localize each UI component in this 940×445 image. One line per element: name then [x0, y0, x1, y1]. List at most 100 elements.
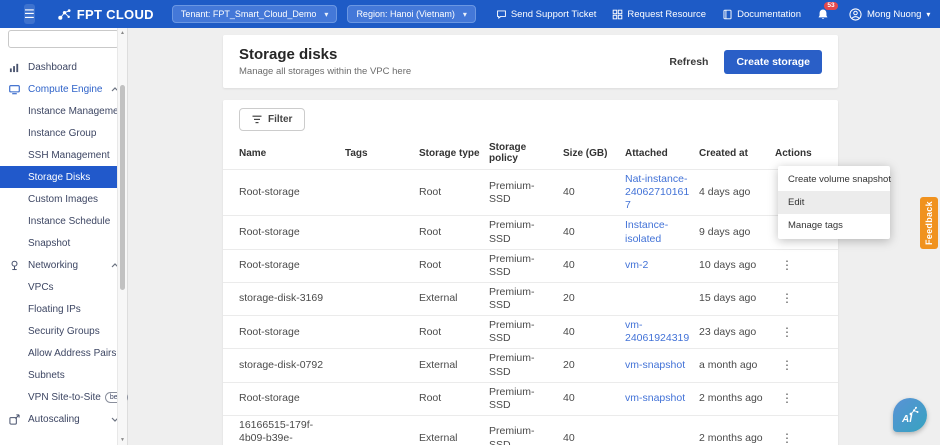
sidebar-item-dashboard[interactable]: Dashboard — [0, 56, 127, 78]
cell-attached: vm-snapshot — [625, 382, 699, 415]
region-selector[interactable]: Region: Hanoi (Vietnam) ▾ — [347, 5, 475, 23]
topbar-link-request-resource[interactable]: Request Resource — [612, 9, 706, 20]
svg-text:AI: AI — [901, 414, 912, 424]
sidebar-item-storage-disks[interactable]: Storage Disks — [0, 166, 127, 188]
sidebar-item-label: Floating IPs — [28, 304, 81, 315]
table-row: Root-storageRootPremium-SSD40Instance-is… — [223, 216, 838, 249]
cell-attached — [625, 282, 699, 315]
refresh-button[interactable]: Refresh — [667, 52, 710, 72]
sidebar-item-allow-address-pairs[interactable]: Allow Address Pairs — [0, 342, 127, 364]
menu-item-create-volume-snapshot[interactable]: Create volume snapshot — [778, 168, 890, 191]
cell-attached: Instance-isolated — [625, 216, 699, 249]
cell-created-at: a month ago — [699, 349, 775, 382]
table-row: storage-disk-3169ExternalPremium-SSD2015… — [223, 282, 838, 315]
sidebar-item-vpn-site-to-site[interactable]: VPN Site-to-Sitebeta — [0, 386, 127, 408]
sidebar-item-autoscaling[interactable]: Autoscaling — [0, 408, 127, 430]
cell-attached — [625, 415, 699, 445]
sidebar: Dashboard Compute EngineInstance Manageme… — [0, 28, 128, 445]
attached-instance-link[interactable]: Instance-isolated — [625, 219, 668, 244]
sidebar-item-vpcs[interactable]: VPCs — [0, 276, 127, 298]
column-header-storage-type: Storage type — [419, 137, 489, 170]
row-actions-kebab-icon[interactable]: ⋮ — [775, 291, 799, 306]
row-actions-kebab-icon[interactable]: ⋮ — [775, 391, 799, 406]
sidebar-item-instance-management[interactable]: Instance Management — [0, 100, 127, 122]
notifications-button[interactable]: 53 — [817, 8, 829, 21]
sidebar-item-security-groups[interactable]: Security Groups — [0, 320, 127, 342]
attached-instance-link[interactable]: vm-snapshot — [625, 392, 685, 404]
row-actions-kebab-icon[interactable]: ⋮ — [775, 325, 799, 340]
table-row: storage-disk-0792ExternalPremium-SSD20vm… — [223, 349, 838, 382]
sidebar-item-instance-group[interactable]: Instance Group — [0, 122, 127, 144]
cell-name: Root-storage — [223, 216, 345, 249]
chevron-down-icon: ▾ — [463, 10, 467, 19]
table-row: Root-storageRootPremium-SSD40vm-24061924… — [223, 316, 838, 349]
user-name: Mong Nuong — [867, 9, 921, 20]
filter-button-label: Filter — [268, 114, 292, 125]
row-actions-kebab-icon[interactable]: ⋮ — [775, 258, 799, 273]
sidebar-scrollbar[interactable]: ▲ ▼ — [117, 28, 127, 445]
attached-instance-link[interactable]: vm-2 — [625, 259, 648, 271]
feedback-tab[interactable]: Feedback — [920, 197, 938, 249]
menu-item-edit[interactable]: Edit — [778, 191, 890, 214]
menu-item-manage-tags[interactable]: Manage tags — [778, 214, 890, 237]
cell-storage-type: Root — [419, 249, 489, 282]
sidebar-nav: Dashboard Compute EngineInstance Manageme… — [0, 56, 127, 430]
user-menu[interactable]: Mong Nuong ▾ — [849, 8, 930, 21]
autoscaling-icon — [8, 414, 20, 425]
topbar-link-label: Send Support Ticket — [511, 9, 597, 20]
scroll-up-icon[interactable]: ▲ — [118, 30, 127, 36]
topbar-link-send-support-ticket[interactable]: Send Support Ticket — [496, 9, 597, 20]
sidebar-item-snapshot[interactable]: Snapshot — [0, 232, 127, 254]
cell-size: 40 — [563, 316, 625, 349]
attached-instance-link[interactable]: vm-snapshot — [625, 359, 685, 371]
cell-name: Root-storage — [223, 249, 345, 282]
ai-chat-icon: AI — [900, 406, 920, 424]
sidebar-item-floating-ips[interactable]: Floating IPs — [0, 298, 127, 320]
sidebar-item-ssh-management[interactable]: SSH Management — [0, 144, 127, 166]
topbar-links: Send Support Ticket Request Resource Docum… — [496, 9, 801, 20]
cell-size: 20 — [563, 282, 625, 315]
filter-button[interactable]: Filter — [239, 108, 305, 131]
row-actions-kebab-icon[interactable]: ⋮ — [775, 358, 799, 373]
table-row: 16166515-179f-4b09-b39e-f5596031026aExte… — [223, 415, 838, 445]
attached-instance-link[interactable]: vm-24061924319 — [625, 319, 689, 344]
fpt-cloud-logo[interactable]: FPT CLOUD — [57, 7, 154, 22]
cell-name: Root-storage — [223, 170, 345, 216]
ai-chat-button[interactable]: AI — [893, 398, 927, 432]
row-actions-kebab-icon[interactable]: ⋮ — [775, 431, 799, 445]
column-header-created-at: Created at — [699, 137, 775, 170]
sidebar-item-networking[interactable]: Networking — [0, 254, 127, 276]
topbar-link-label: Request Resource — [627, 9, 706, 20]
cell-storage-policy: Premium-SSD — [489, 249, 563, 282]
page-header-text: Storage disks Manage all storages within… — [239, 46, 411, 77]
sidebar-item-custom-images[interactable]: Custom Images — [0, 188, 127, 210]
cell-storage-type: Root — [419, 316, 489, 349]
create-storage-button[interactable]: Create storage — [724, 50, 822, 74]
sidebar-item-compute-engine[interactable]: Compute Engine — [0, 78, 127, 100]
sidebar-item-label: Autoscaling — [28, 414, 103, 425]
chevron-down-icon: ▾ — [926, 10, 930, 19]
cell-tags — [345, 170, 419, 216]
sidebar-item-label: Dashboard — [28, 62, 119, 73]
scroll-down-icon[interactable]: ▼ — [118, 437, 127, 443]
sidebar-item-subnets[interactable]: Subnets — [0, 364, 127, 386]
attached-instance-link[interactable]: Nat-instance-240627101617 — [625, 173, 689, 211]
cell-tags — [345, 249, 419, 282]
cell-attached: Nat-instance-240627101617 — [625, 170, 699, 216]
chevron-down-icon: ▾ — [324, 10, 328, 19]
column-header-name: Name — [223, 137, 345, 170]
cell-name: storage-disk-0792 — [223, 349, 345, 382]
logo-text: FPT CLOUD — [77, 7, 154, 22]
vpc-selector[interactable] — [8, 30, 119, 48]
cell-storage-type: External — [419, 282, 489, 315]
topbar-link-documentation[interactable]: Documentation — [722, 9, 801, 20]
sidebar-item-instance-schedule[interactable]: Instance Schedule — [0, 210, 127, 232]
sidebar-item-label: Security Groups — [28, 326, 100, 337]
tenant-selector[interactable]: Tenant: FPT_Smart_Cloud_Demo ▾ — [172, 5, 338, 23]
sidebar-item-label: Storage Disks — [28, 172, 90, 183]
scrollbar-thumb[interactable] — [120, 85, 125, 290]
cell-name: Root-storage — [223, 382, 345, 415]
cell-storage-type: Root — [419, 216, 489, 249]
page-header-card: Storage disks Manage all storages within… — [223, 35, 838, 88]
menu-icon[interactable]: ☰ — [24, 4, 35, 24]
